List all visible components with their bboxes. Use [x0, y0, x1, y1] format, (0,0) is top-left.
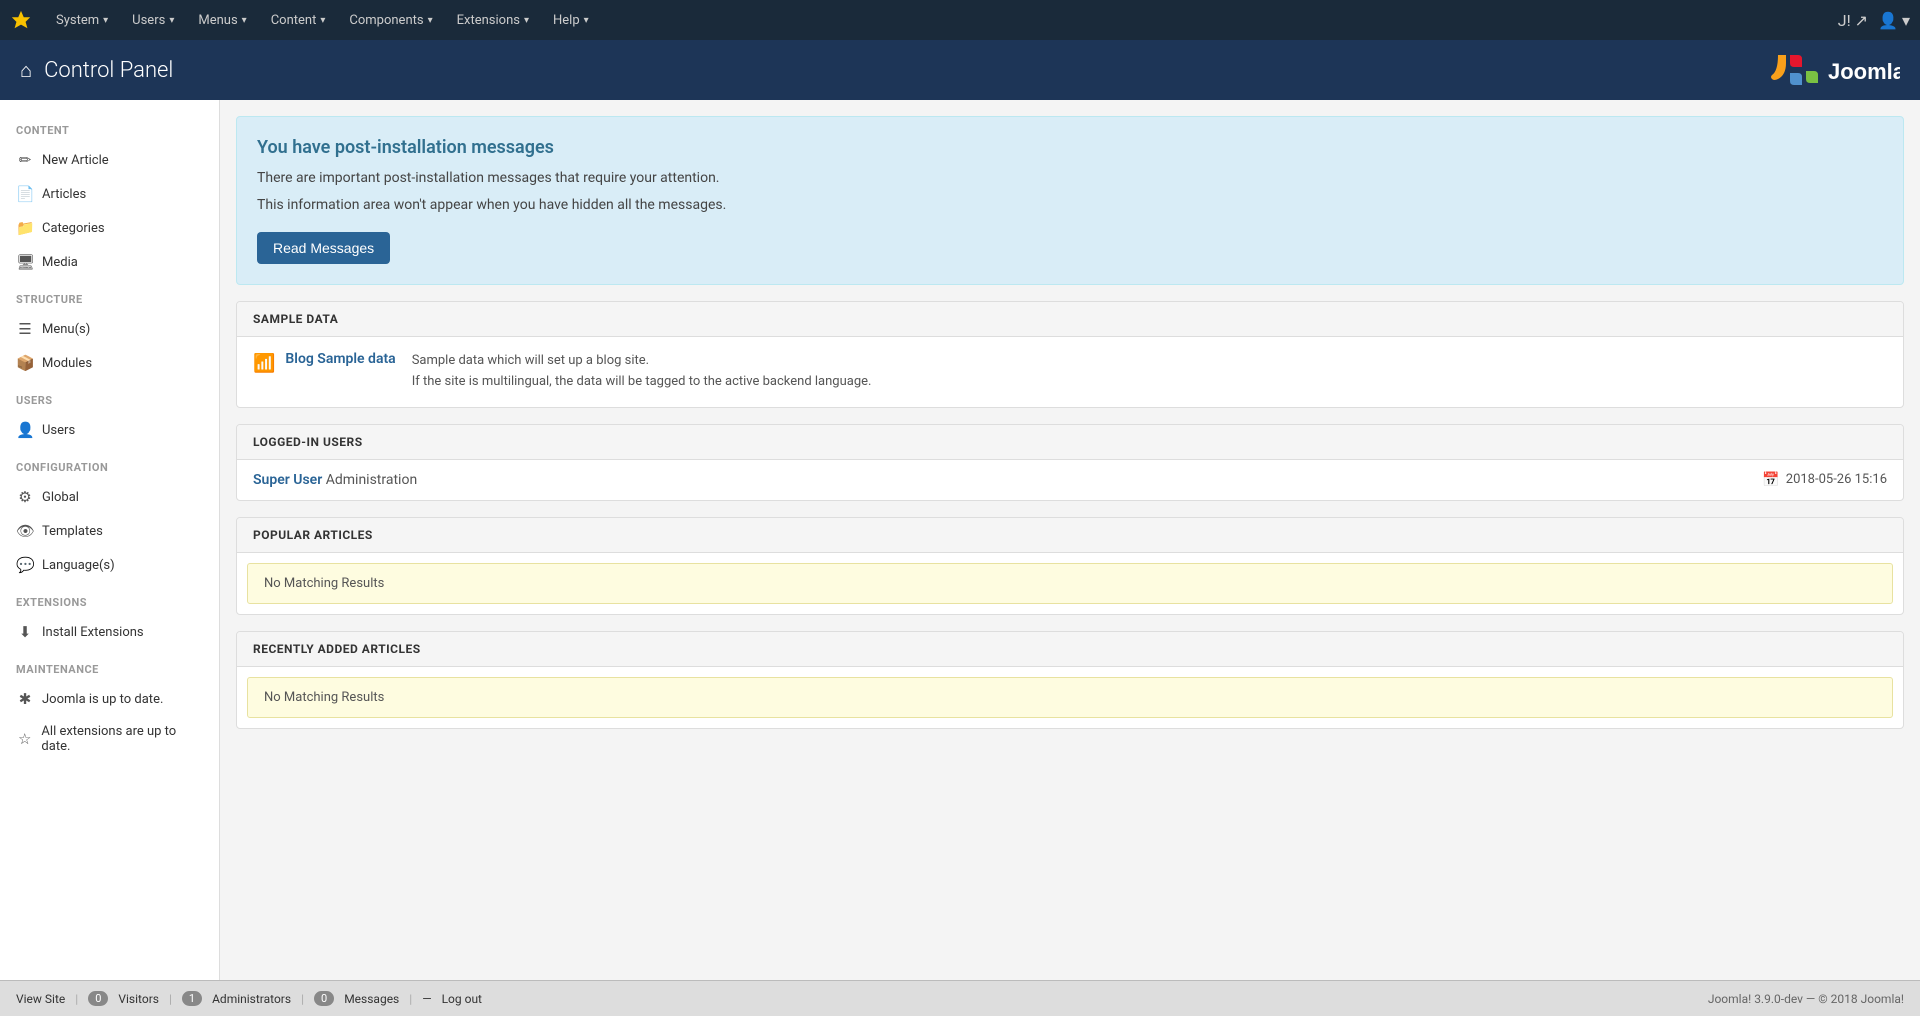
top-navbar: System ▾ Users ▾ Menus ▾ Content ▾ Compo…	[0, 0, 1920, 40]
nav-help[interactable]: Help ▾	[543, 0, 599, 40]
external-link-icon[interactable]: J! ↗	[1838, 11, 1868, 30]
logout-link[interactable]: Log out	[442, 992, 482, 1006]
nav-system[interactable]: System ▾	[46, 0, 118, 40]
sidebar-item-languages[interactable]: 💬 Language(s)	[0, 548, 219, 582]
blog-sample-data-link[interactable]: Blog Sample data	[285, 351, 395, 367]
chevron-down-icon: ▾	[584, 15, 589, 26]
svg-text:Joomla!: Joomla!	[1828, 59, 1900, 84]
modules-icon: 📦	[16, 354, 34, 372]
sidebar-item-articles[interactable]: 📄 Articles	[0, 177, 219, 211]
popular-articles-heading: POPULAR ARTICLES	[237, 518, 1903, 553]
chevron-down-icon: ▾	[103, 15, 108, 26]
logged-in-user-row: Super User Administration 📅 2018-05-26 1…	[237, 460, 1903, 500]
download-icon: ⬇	[16, 623, 34, 641]
notice-line2: This information area won't appear when …	[257, 195, 1883, 216]
sample-data-heading: SAMPLE DATA	[237, 302, 1903, 337]
menus-icon: ☰	[16, 320, 34, 338]
sidebar-item-templates[interactable]: 👁 Templates	[0, 514, 219, 548]
eye-icon: 👁	[16, 522, 34, 540]
media-icon: 🖥	[16, 253, 34, 271]
visitors-badge: 0	[88, 991, 108, 1006]
footer-bar: View Site | 0 Visitors | 1 Administrator…	[0, 980, 1920, 1016]
chevron-down-icon: ▾	[428, 15, 433, 26]
calendar-icon: 📅	[1762, 472, 1779, 488]
sidebar-item-users[interactable]: 👤 Users	[0, 413, 219, 447]
home-icon[interactable]: ⌂	[20, 58, 32, 83]
sidebar-item-new-article[interactable]: ✏ New Article	[0, 143, 219, 177]
page-title: Control Panel	[44, 58, 173, 83]
nav-extensions[interactable]: Extensions ▾	[447, 0, 539, 40]
popular-articles-body: No Matching Results	[237, 563, 1903, 604]
view-site-link[interactable]: View Site	[16, 992, 65, 1006]
logged-in-users-body: Super User Administration 📅 2018-05-26 1…	[237, 460, 1903, 500]
gear-icon: ⚙	[16, 488, 34, 506]
recently-added-heading: RECENTLY ADDED ARTICLES	[237, 632, 1903, 667]
logged-in-users-heading: LOGGED-IN USERS	[237, 425, 1903, 460]
sample-data-row: 📶 Blog Sample data Sample data which wil…	[237, 337, 1903, 407]
admins-label[interactable]: Administrators	[212, 992, 291, 1006]
sample-data-panel: SAMPLE DATA 📶 Blog Sample data Sample da…	[236, 301, 1904, 408]
nav-content[interactable]: Content ▾	[261, 0, 336, 40]
sidebar-item-media[interactable]: 🖥 Media	[0, 245, 219, 279]
sidebar: CONTENT ✏ New Article 📄 Articles 📁 Categ…	[0, 100, 220, 980]
nav-users[interactable]: Users ▾	[122, 0, 184, 40]
sidebar-item-global[interactable]: ⚙ Global	[0, 480, 219, 514]
read-messages-button[interactable]: Read Messages	[257, 232, 390, 264]
sidebar-item-modules[interactable]: 📦 Modules	[0, 346, 219, 380]
visitors-label[interactable]: Visitors	[118, 992, 159, 1006]
user-role-text: Administration	[326, 472, 417, 488]
logout-icon: —	[422, 992, 431, 1006]
logged-in-users-panel: LOGGED-IN USERS Super User Administratio…	[236, 424, 1904, 501]
notice-title: You have post-installation messages	[257, 137, 1883, 158]
notice-line1: There are important post-installation me…	[257, 168, 1883, 189]
sidebar-section-configuration: CONFIGURATION	[0, 447, 219, 480]
sidebar-section-structure: STRUCTURE	[0, 279, 219, 312]
sidebar-section-extensions: EXTENSIONS	[0, 582, 219, 615]
footer-version: Joomla! 3.9.0-dev — © 2018 Joomla!	[1708, 992, 1904, 1006]
joomla-update-icon: ✱	[16, 690, 34, 708]
header-bar: ⌂ Control Panel Joomla!	[0, 40, 1920, 100]
nav-menus[interactable]: Menus ▾	[188, 0, 256, 40]
post-install-notice: You have post-installation messages Ther…	[236, 116, 1904, 285]
joomla-logo: Joomla!	[1770, 49, 1900, 91]
sidebar-section-users: USERS	[0, 380, 219, 413]
sample-data-description: Sample data which will set up a blog sit…	[412, 351, 872, 393]
sidebar-item-ext-update[interactable]: ☆ All extensions are up to date.	[0, 716, 219, 762]
chevron-down-icon: ▾	[242, 15, 247, 26]
pencil-icon: ✏	[16, 151, 34, 169]
recently-added-panel: RECENTLY ADDED ARTICLES No Matching Resu…	[236, 631, 1904, 729]
messages-badge: 0	[314, 991, 334, 1006]
user-login-time: 📅 2018-05-26 15:16	[1762, 472, 1887, 488]
user-name: Super User	[253, 472, 322, 488]
chevron-down-icon: ▾	[320, 15, 325, 26]
sidebar-item-joomla-update[interactable]: ✱ Joomla is up to date.	[0, 682, 219, 716]
user-icon: 👤	[16, 421, 34, 439]
sidebar-item-categories[interactable]: 📁 Categories	[0, 211, 219, 245]
content-area: You have post-installation messages Ther…	[220, 100, 1920, 980]
popular-articles-panel: POPULAR ARTICLES No Matching Results	[236, 517, 1904, 615]
chevron-down-icon: ▾	[524, 15, 529, 26]
sample-data-body: 📶 Blog Sample data Sample data which wil…	[237, 337, 1903, 407]
admins-badge: 1	[182, 991, 202, 1006]
recently-added-body: No Matching Results	[237, 677, 1903, 718]
language-icon: 💬	[16, 556, 34, 574]
chevron-down-icon: ▾	[169, 15, 174, 26]
articles-icon: 📄	[16, 185, 34, 203]
sidebar-item-install-extensions[interactable]: ⬇ Install Extensions	[0, 615, 219, 649]
brand-logo[interactable]	[10, 9, 32, 31]
sidebar-section-maintenance: MAINTENANCE	[0, 649, 219, 682]
popular-articles-no-results: No Matching Results	[247, 563, 1893, 604]
sidebar-section-content: CONTENT	[0, 110, 219, 143]
wifi-icon: 📶	[253, 353, 275, 374]
folder-icon: 📁	[16, 219, 34, 237]
messages-label[interactable]: Messages	[344, 992, 399, 1006]
recently-added-no-results: No Matching Results	[247, 677, 1893, 718]
sidebar-item-menus[interactable]: ☰ Menu(s)	[0, 312, 219, 346]
user-menu-icon[interactable]: 👤 ▾	[1878, 11, 1910, 30]
star-icon: ☆	[16, 730, 33, 748]
nav-components[interactable]: Components ▾	[339, 0, 442, 40]
main-layout: CONTENT ✏ New Article 📄 Articles 📁 Categ…	[0, 100, 1920, 980]
nav-right-actions: J! ↗ 👤 ▾	[1838, 11, 1910, 30]
